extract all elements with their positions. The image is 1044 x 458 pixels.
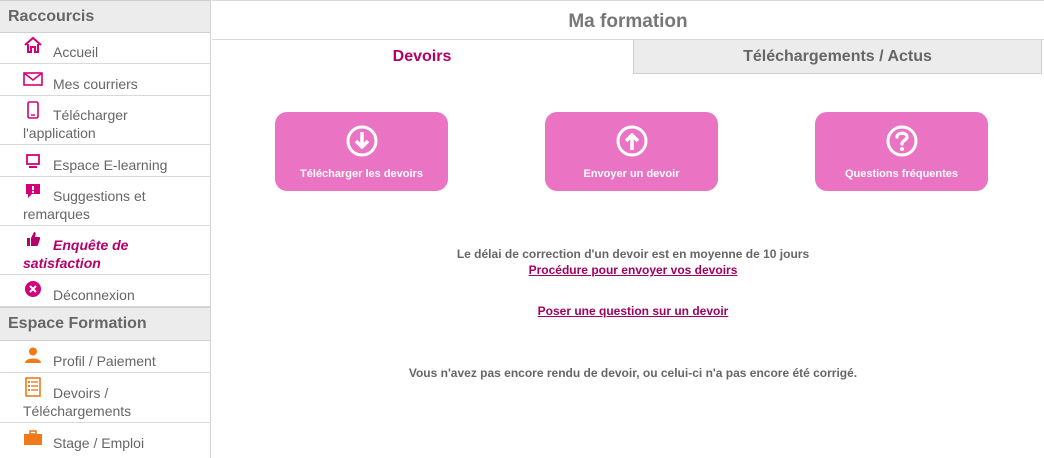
phone-icon [23,101,43,119]
button-label: Envoyer un devoir [583,168,680,180]
sidebar-item-enquete[interactable]: Enquête de satisfaction [0,226,210,275]
sidebar-item-label-2: satisfaction [23,255,101,271]
upload-circle-icon [616,125,648,157]
sidebar-section-formation: Espace Formation [0,307,210,341]
sidebar-item-label: Télécharger [53,107,128,123]
sidebar: Raccourcis Accueil Mes courriers Télécha… [0,0,211,458]
main-content: Ma formation Devoirs Téléchargements / A… [212,0,1044,458]
monitor-icon [23,152,43,170]
page-title: Ma formation [212,0,1044,40]
question-circle-icon [886,125,918,157]
sidebar-item-stage[interactable]: Stage / Emploi [0,423,210,455]
sidebar-item-courriers[interactable]: Mes courriers [0,64,210,96]
home-icon [23,36,43,54]
sidebar-item-label: Espace E-learning [53,157,168,173]
briefcase-icon [23,429,43,447]
sidebar-item-label: Mes courriers [53,76,138,92]
thumbs-up-icon [23,230,43,248]
sidebar-item-label: Enquête de [53,237,129,253]
sidebar-item-label: Déconnexion [53,287,135,303]
delai-correction-text: Le délai de correction d'un devoir est e… [456,247,810,261]
envelope-icon [23,70,43,88]
sidebar-item-profil[interactable]: Profil / Paiement [0,341,210,373]
sidebar-item-label: Profil / Paiement [53,353,156,369]
questions-frequentes-button[interactable]: Questions fréquentes [815,112,988,191]
sidebar-item-label: Devoirs / [53,385,109,401]
sidebar-item-accueil[interactable]: Accueil [0,33,210,64]
tab-telechargements-actus[interactable]: Téléchargements / Actus [633,40,1042,74]
tab-devoirs[interactable]: Devoirs [212,40,632,74]
close-circle-icon [23,280,43,298]
comment-alert-icon [23,182,43,200]
sidebar-item-deconnexion[interactable]: Déconnexion [0,275,210,307]
sidebar-item-application[interactable]: Télécharger l'application [0,96,210,145]
aucun-devoir-text: Vous n'avez pas encore rendu de devoir, … [408,366,858,380]
poser-question-link[interactable]: Poser une question sur un devoir [212,304,1044,318]
telecharger-devoirs-button[interactable]: Télécharger les devoirs [275,112,448,191]
button-label: Questions fréquentes [844,168,959,180]
sidebar-item-suggestions[interactable]: Suggestions et remarques [0,177,210,226]
sidebar-item-label-2: remarques [23,206,90,222]
sidebar-item-label: Suggestions et [53,188,146,204]
sidebar-item-elearning[interactable]: Espace E-learning [0,145,210,177]
sidebar-item-label: Stage / Emploi [53,435,145,451]
sidebar-section-raccourcis: Raccourcis [0,0,210,33]
button-label: Télécharger les devoirs [300,168,423,180]
sidebar-item-devoirs[interactable]: Devoirs / Téléchargements [0,373,210,423]
procedure-envoi-link[interactable]: Procédure pour envoyer vos devoirs [212,263,1044,277]
sidebar-item-label-2: Téléchargements [23,403,132,419]
envoyer-devoir-button[interactable]: Envoyer un devoir [545,112,718,191]
document-list-icon [23,377,43,397]
user-icon [23,346,43,364]
tab-bar: Devoirs Téléchargements / Actus [212,40,1044,74]
sidebar-item-label-2: l'application [23,125,96,141]
download-circle-icon [346,125,378,157]
sidebar-item-label: Accueil [53,44,99,60]
